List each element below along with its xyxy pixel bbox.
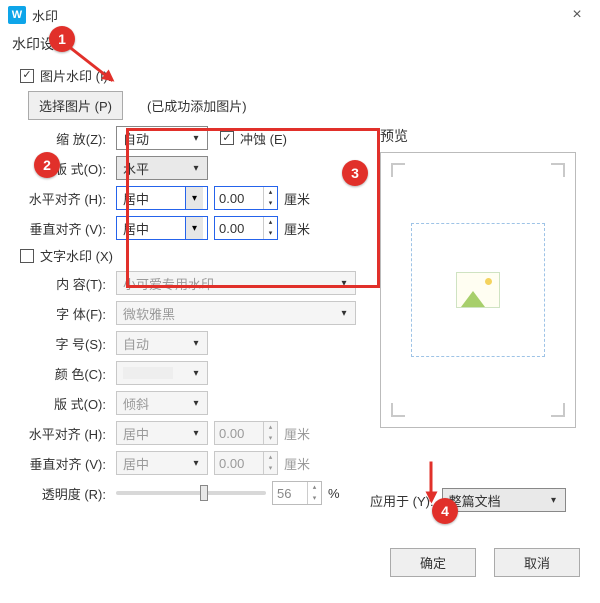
apply-row: 应用于 (Y): 整篇文档 ▾ — [370, 488, 590, 512]
text-watermark-label: 文字水印 (X) — [40, 246, 113, 265]
scale-label: 缩 放(Z): — [0, 129, 110, 148]
size-value: 自动 — [123, 334, 149, 353]
opacity-spinner[interactable]: 56 ▴▾ — [272, 481, 322, 505]
text-valign-combo: 居中 ▾ — [116, 451, 208, 475]
ok-button[interactable]: 确定 — [390, 548, 476, 577]
annotation-box — [126, 128, 380, 288]
preview-pane: 预览 — [380, 126, 590, 428]
text-valign-offset-spinner: 0.00 ▴▾ — [214, 451, 278, 475]
spinner-arrows[interactable]: ▴▾ — [307, 482, 321, 504]
opacity-unit: % — [328, 486, 340, 501]
color-row: 颜 色(C): ▾ — [0, 361, 376, 385]
close-button[interactable]: × — [562, 6, 592, 24]
annotation-arrow-icon — [430, 462, 433, 502]
font-row: 字 体(F): 微软雅黑 ▾ — [0, 301, 376, 325]
apply-combo[interactable]: 整篇文档 ▾ — [442, 488, 566, 512]
chevron-down-icon: ▾ — [547, 495, 561, 506]
text-watermark-checkbox[interactable] — [20, 249, 34, 263]
text-layout-value: 倾斜 — [123, 394, 149, 413]
crop-corner-icon — [391, 403, 405, 417]
chevron-down-icon: ▾ — [189, 428, 203, 439]
font-combo: 微软雅黑 ▾ — [116, 301, 356, 325]
text-halign-label: 水平对齐 (H): — [0, 424, 110, 443]
window-title: 水印 — [32, 6, 556, 25]
color-swatch — [123, 367, 173, 379]
annotation-callout-3: 3 — [342, 160, 368, 186]
text-halign-unit: 厘米 — [284, 424, 310, 443]
preview-title: 预览 — [380, 126, 590, 146]
spinner-arrows: ▴▾ — [263, 452, 277, 474]
apply-label: 应用于 (Y): — [370, 491, 434, 510]
text-valign-unit: 厘米 — [284, 454, 310, 473]
text-layout-row: 版 式(O): 倾斜 ▾ — [0, 391, 376, 415]
text-halign-offset-spinner: 0.00 ▴▾ — [214, 421, 278, 445]
annotation-callout-2: 2 — [34, 152, 60, 178]
text-valign-value: 居中 — [123, 454, 149, 473]
font-label: 字 体(F): — [0, 304, 110, 323]
chevron-down-icon: ▾ — [189, 368, 203, 379]
choose-image-button[interactable]: 选择图片 (P) — [28, 91, 123, 120]
preview-content-area — [411, 223, 545, 357]
spinner-arrows: ▴▾ — [263, 422, 277, 444]
crop-corner-icon — [551, 163, 565, 177]
text-halign-value: 居中 — [123, 424, 149, 443]
footer-buttons: 确定 取消 — [390, 548, 580, 577]
chevron-down-icon: ▾ — [189, 398, 203, 409]
preview-box — [380, 152, 576, 428]
content-label: 内 容(T): — [0, 274, 110, 293]
text-halign-combo: 居中 ▾ — [116, 421, 208, 445]
image-placeholder-icon — [456, 272, 500, 308]
valign-label: 垂直对齐 (V): — [0, 219, 110, 238]
opacity-row: 透明度 (R): 56 ▴▾ % — [0, 481, 376, 505]
font-value: 微软雅黑 — [123, 304, 175, 323]
titlebar: W 水印 × — [0, 0, 600, 30]
color-combo: ▾ — [116, 361, 208, 385]
app-icon: W — [8, 6, 26, 24]
text-layout-combo: 倾斜 ▾ — [116, 391, 208, 415]
color-label: 颜 色(C): — [0, 364, 110, 383]
choose-image-row: 选择图片 (P) (已成功添加图片) — [0, 91, 376, 120]
text-halign-offset-value: 0.00 — [219, 426, 244, 441]
text-halign-row: 水平对齐 (H): 居中 ▾ 0.00 ▴▾ 厘米 — [0, 421, 376, 445]
image-added-message: (已成功添加图片) — [147, 96, 247, 115]
chevron-down-icon: ▾ — [337, 308, 351, 319]
opacity-label: 透明度 (R): — [0, 484, 110, 503]
text-layout-label: 版 式(O): — [0, 394, 110, 413]
image-watermark-checkbox[interactable]: ✓ — [20, 69, 34, 83]
text-valign-label: 垂直对齐 (V): — [0, 454, 110, 473]
crop-corner-icon — [391, 163, 405, 177]
cancel-button[interactable]: 取消 — [494, 548, 580, 577]
chevron-down-icon: ▾ — [189, 338, 203, 349]
text-valign-offset-value: 0.00 — [219, 456, 244, 471]
opacity-slider[interactable] — [116, 491, 266, 495]
size-label: 字 号(S): — [0, 334, 110, 353]
text-valign-row: 垂直对齐 (V): 居中 ▾ 0.00 ▴▾ 厘米 — [0, 451, 376, 475]
halign-label: 水平对齐 (H): — [0, 189, 110, 208]
image-watermark-row: ✓ 图片水印 (I): — [0, 66, 376, 85]
size-combo: 自动 ▾ — [116, 331, 208, 355]
slider-thumb[interactable] — [200, 485, 208, 501]
opacity-value: 56 — [277, 486, 291, 501]
chevron-down-icon: ▾ — [189, 458, 203, 469]
size-row: 字 号(S): 自动 ▾ — [0, 331, 376, 355]
crop-corner-icon — [551, 403, 565, 417]
